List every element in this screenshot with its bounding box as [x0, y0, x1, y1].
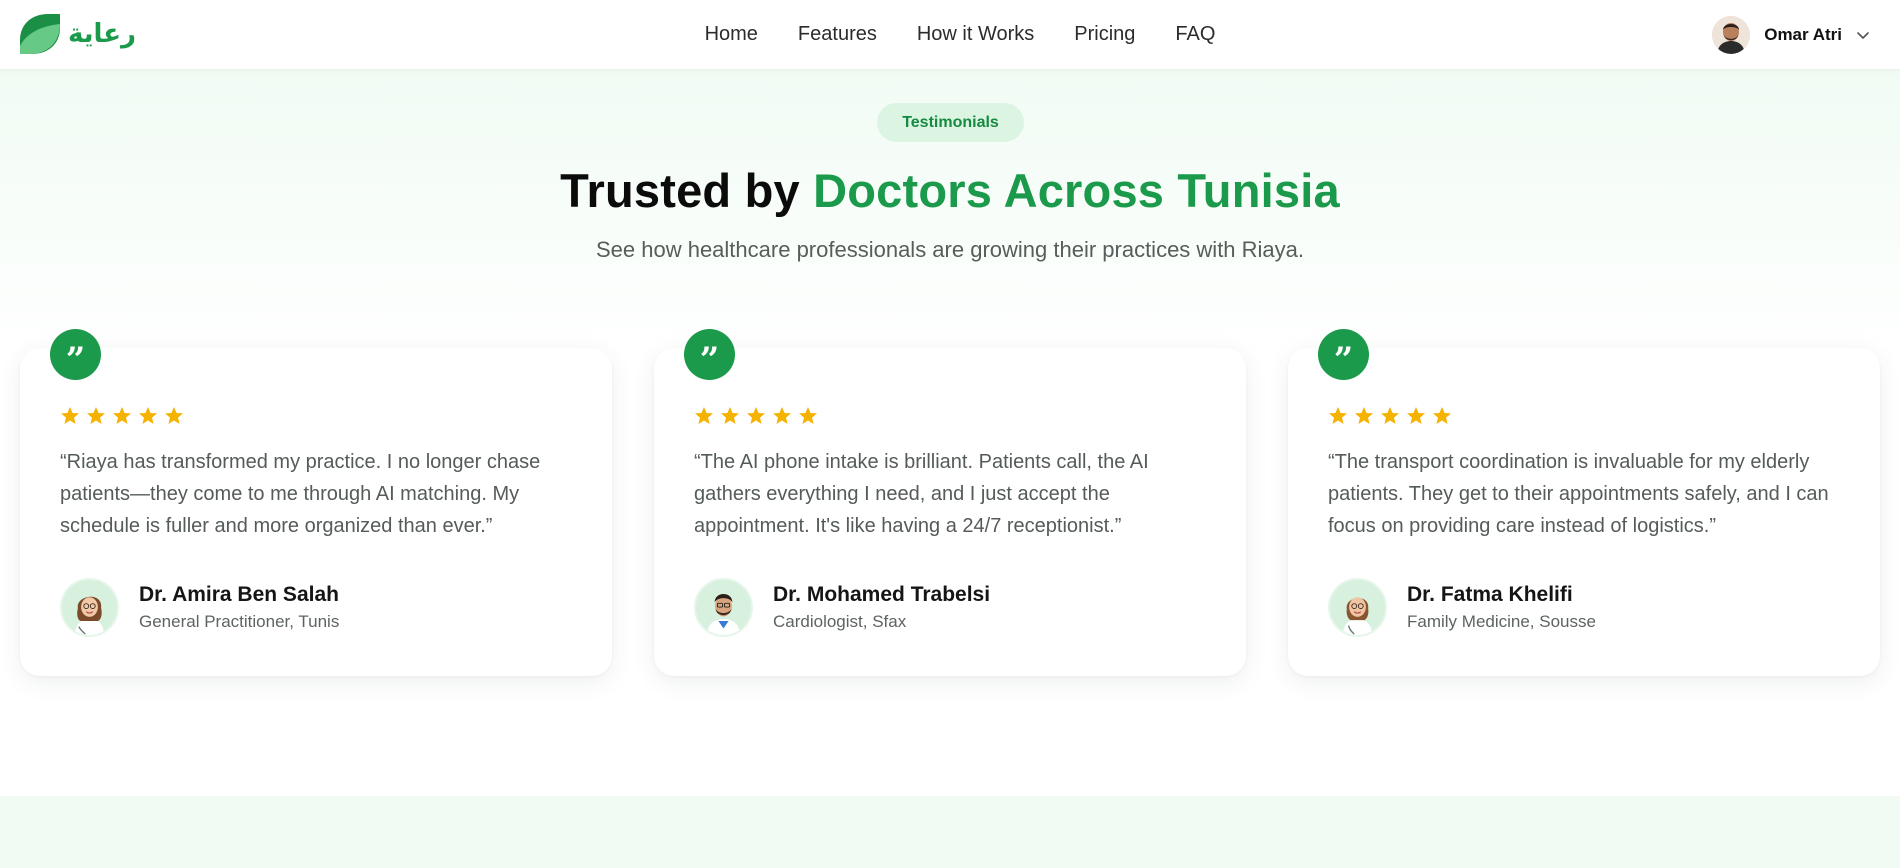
testimonial-card: ” “The transport coordination is invalua…	[1288, 329, 1880, 676]
section-title-accent: Doctors Across Tunisia	[813, 164, 1340, 217]
section-title: Trusted by Doctors Across Tunisia	[0, 161, 1900, 221]
next-section-band	[0, 796, 1900, 868]
star-rating	[694, 406, 818, 426]
testimonial-quote: “Riaya has transformed my practice. I no…	[60, 451, 541, 537]
author-info: Dr. Fatma Khelifi Family Medicine, Souss…	[1407, 582, 1596, 634]
testimonials-section: Testimonials Trusted by Doctors Across T…	[0, 69, 1900, 796]
author-role: General Practitioner, Tunis	[139, 611, 340, 631]
star-icon	[139, 407, 157, 424]
user-avatar	[1712, 16, 1751, 54]
testimonial-quote: “The transport coordination is invaluabl…	[1328, 451, 1829, 537]
star-rating	[60, 406, 184, 426]
quote-icon: ”	[684, 329, 735, 380]
star-icon	[165, 407, 183, 424]
star-icon	[773, 407, 791, 424]
testimonial-quote: “The AI phone intake is brilliant. Patie…	[694, 451, 1149, 537]
testimonial-author: Dr. Amira Ben Salah General Practitioner…	[60, 578, 339, 637]
star-icon	[747, 407, 765, 424]
main-nav: Home Features How it Works Pricing FAQ	[0, 0, 1900, 69]
user-menu[interactable]: Omar Atri	[1712, 15, 1870, 55]
author-avatar	[1328, 578, 1387, 637]
testimonial-author: Dr. Fatma Khelifi Family Medicine, Souss…	[1328, 578, 1596, 637]
author-avatar	[694, 578, 753, 637]
author-name: Dr. Amira Ben Salah	[139, 582, 339, 606]
author-avatar	[60, 578, 119, 637]
star-rating	[1328, 406, 1452, 426]
quote-icon: ”	[1318, 329, 1369, 380]
author-role: Family Medicine, Sousse	[1407, 611, 1596, 631]
star-icon	[113, 407, 131, 424]
section-title-prefix: Trusted by	[560, 164, 814, 217]
nav-pricing[interactable]: Pricing	[1074, 23, 1135, 46]
section-subtitle: See how healthcare professionals are gro…	[595, 237, 1305, 262]
testimonial-author: Dr. Mohamed Trabelsi Cardiologist, Sfax	[694, 578, 990, 637]
nav-faq[interactable]: FAQ	[1175, 23, 1215, 46]
star-icon	[1329, 407, 1347, 424]
author-info: Dr. Amira Ben Salah General Practitioner…	[139, 582, 339, 634]
chevron-down-icon[interactable]	[1856, 28, 1870, 42]
star-icon	[61, 407, 79, 424]
nav-how-it-works[interactable]: How it Works	[917, 23, 1034, 46]
star-icon	[1407, 407, 1425, 424]
author-name: Dr. Fatma Khelifi	[1407, 582, 1573, 606]
star-icon	[1433, 407, 1451, 424]
section-badge: Testimonials	[877, 103, 1024, 142]
star-icon	[1381, 407, 1399, 424]
author-info: Dr. Mohamed Trabelsi Cardiologist, Sfax	[773, 582, 990, 634]
user-name: Omar Atri	[1764, 25, 1842, 44]
nav-features[interactable]: Features	[798, 23, 877, 46]
author-role: Cardiologist, Sfax	[773, 611, 907, 631]
star-icon	[721, 407, 739, 424]
top-navbar: رعاية Home Features How it Works Pricing…	[0, 0, 1900, 69]
star-icon	[1355, 407, 1373, 424]
testimonial-card: ” “The AI phone intake is brilliant. Pat…	[654, 329, 1246, 676]
star-icon	[799, 407, 817, 424]
testimonial-card: ” “Riaya has transformed my practice. I …	[20, 329, 612, 676]
author-name: Dr. Mohamed Trabelsi	[773, 582, 991, 606]
star-icon	[87, 407, 105, 424]
quote-icon: ”	[50, 329, 101, 380]
nav-home[interactable]: Home	[705, 23, 758, 46]
star-icon	[695, 407, 713, 424]
